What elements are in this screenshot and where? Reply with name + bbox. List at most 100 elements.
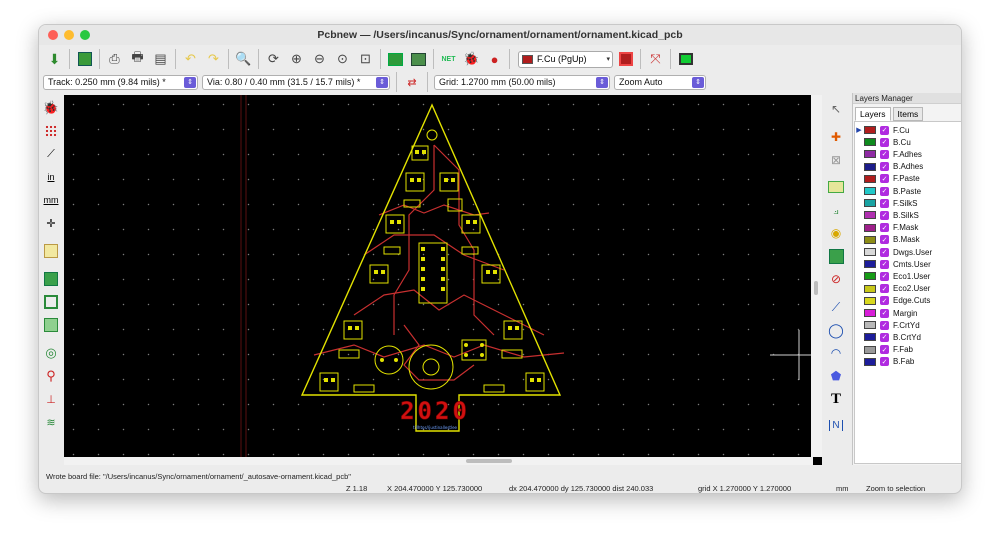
layer-row[interactable]: ✓ B.Paste — [855, 185, 961, 197]
footprint-viewer-button[interactable] — [408, 49, 429, 70]
layer-color-swatch[interactable] — [864, 357, 876, 366]
vertical-scrollbar[interactable] — [811, 95, 822, 457]
layer-row[interactable]: ✓ B.Mask — [855, 234, 961, 246]
redraw-button[interactable]: ⟳ — [263, 49, 284, 70]
zoom-select[interactable]: Zoom Auto ⇕ — [614, 74, 706, 90]
add-zone-tool[interactable] — [825, 246, 847, 266]
pcb-canvas[interactable]: 2020 tillhtos//justinallestlee — [64, 95, 811, 457]
track-width-select[interactable]: Track: 0.250 mm (9.84 mils) * ⇕ — [43, 74, 198, 90]
layer-row[interactable]: ✓ F.Mask — [855, 222, 961, 234]
layer-visibility-checkbox[interactable]: ✓ — [880, 149, 889, 159]
local-ratsnest-tool[interactable]: ⊠ — [825, 150, 847, 170]
redo-button[interactable]: ↷ — [203, 49, 224, 70]
layer-color-swatch[interactable] — [864, 248, 876, 256]
add-footprint-tool[interactable] — [825, 177, 847, 197]
layer-visibility-checkbox[interactable]: ✓ — [880, 186, 889, 196]
layer-color-swatch[interactable] — [864, 174, 876, 183]
layer-row[interactable]: ▶ ✓ F.Cu — [855, 124, 961, 136]
layer-color-swatch[interactable] — [864, 260, 876, 269]
layer-row[interactable]: ✓ Cmts.User — [855, 258, 961, 270]
layer-color-swatch[interactable] — [864, 199, 876, 208]
layer-visibility-checkbox[interactable]: ✓ — [880, 223, 889, 233]
layer-visibility-checkbox[interactable]: ✓ — [880, 235, 889, 245]
grid-select[interactable]: Grid: 1.2700 mm (50.00 mils) ⇕ — [434, 74, 610, 90]
route-track-tool[interactable]: ⟓ — [825, 200, 847, 220]
layer-visibility-checkbox[interactable]: ✓ — [880, 284, 889, 294]
high-contrast-toggle[interactable]: ≋ — [41, 412, 61, 432]
layer-pair-button[interactable] — [615, 49, 636, 70]
layer-row[interactable]: ✓ Eco2.User — [855, 283, 961, 295]
zoom-in-button[interactable]: ⊕ — [286, 49, 307, 70]
add-keepout-tool[interactable]: ⊘ — [825, 269, 847, 289]
layer-row[interactable]: ✓ B.SilkS — [855, 209, 961, 221]
draw-polygon-tool[interactable]: ⬟ — [825, 366, 847, 386]
layer-color-swatch[interactable] — [864, 138, 876, 147]
footprint-editor-button[interactable] — [385, 49, 406, 70]
layer-visibility-checkbox[interactable]: ✓ — [880, 345, 889, 355]
select-tool[interactable]: ↖ — [825, 99, 847, 119]
layer-row[interactable]: ✓ Eco1.User — [855, 270, 961, 282]
layer-color-swatch[interactable] — [864, 309, 876, 317]
layer-visibility-checkbox[interactable]: ✓ — [880, 162, 889, 172]
layer-color-swatch[interactable] — [864, 333, 876, 342]
cursor-shape-toggle[interactable]: ✛ — [41, 213, 61, 233]
minimize-button[interactable] — [64, 30, 74, 40]
show-ratsnest-button[interactable]: ⤧ — [645, 49, 666, 70]
layer-row[interactable]: ✓ B.Fab — [855, 356, 961, 368]
zone-sketch-toggle[interactable] — [41, 315, 61, 335]
layer-visibility-checkbox[interactable]: ✓ — [880, 247, 889, 257]
inch-units-toggle[interactable]: in — [41, 167, 61, 187]
layer-color-swatch[interactable] — [864, 296, 876, 305]
layer-color-swatch[interactable] — [864, 321, 876, 330]
layer-row[interactable]: ✓ Edge.Cuts — [855, 295, 961, 307]
layer-visibility-checkbox[interactable]: ✓ — [880, 259, 889, 269]
layer-visibility-checkbox[interactable]: ✓ — [880, 210, 889, 220]
pad-sketch-toggle[interactable]: ◎ — [41, 343, 61, 363]
tab-items[interactable]: Items — [892, 107, 924, 121]
print-button[interactable]: 🖶 — [127, 49, 148, 70]
draw-arc-tool[interactable]: ◠ — [825, 343, 847, 363]
layer-visibility-checkbox[interactable]: ✓ — [880, 174, 889, 184]
layer-color-swatch[interactable] — [864, 187, 876, 195]
layer-row[interactable]: ✓ B.CrtYd — [855, 331, 961, 343]
layer-row[interactable]: ✓ B.Cu — [855, 136, 961, 148]
plot-button[interactable]: ▤ — [150, 49, 171, 70]
layer-color-swatch[interactable] — [864, 235, 876, 244]
update-pcb-button[interactable]: NET — [438, 49, 459, 70]
find-button[interactable]: 🔍 — [233, 49, 254, 70]
mm-units-toggle[interactable]: mm — [41, 190, 61, 210]
auto-track-width-button[interactable]: ⇄ — [403, 74, 421, 91]
ratsnest-toggle[interactable] — [41, 241, 61, 261]
zoom-selection-button[interactable]: ⊡ — [355, 49, 376, 70]
layer-color-swatch[interactable] — [864, 223, 876, 232]
polar-coords-toggle[interactable]: ⟋ — [41, 144, 61, 164]
layer-row[interactable]: ✓ Margin — [855, 307, 961, 319]
layer-row[interactable]: ✓ F.Adhes — [855, 148, 961, 160]
zone-outline-toggle[interactable] — [41, 292, 61, 312]
horizontal-scroll-thumb[interactable] — [466, 459, 512, 463]
undo-button[interactable]: ↶ — [180, 49, 201, 70]
layer-visibility-checkbox[interactable]: ✓ — [880, 198, 889, 208]
layer-color-swatch[interactable] — [864, 284, 876, 293]
add-dimension-tool[interactable]: N — [825, 415, 847, 435]
layer-row[interactable]: ✓ F.Fab — [855, 344, 961, 356]
active-layer-select[interactable]: F.Cu (PgUp) ▾ — [518, 50, 613, 68]
layer-color-swatch[interactable] — [864, 150, 876, 159]
via-sketch-toggle[interactable]: ⚲ — [41, 366, 61, 386]
zoom-out-button[interactable]: ⊖ — [309, 49, 330, 70]
layer-color-swatch[interactable] — [864, 126, 876, 134]
zone-fill-toggle[interactable] — [41, 269, 61, 289]
layer-color-swatch[interactable] — [864, 272, 876, 281]
via-size-select[interactable]: Via: 0.80 / 0.40 mm (31.5 / 15.7 mils) *… — [202, 74, 390, 90]
highlight-net-tool[interactable]: ✚ — [825, 127, 847, 147]
layer-row[interactable]: ✓ B.Adhes — [855, 161, 961, 173]
drc-markers-toggle[interactable]: 🐞 — [41, 98, 61, 118]
add-text-tool[interactable]: T — [825, 389, 847, 409]
layer-row[interactable]: ✓ Dwgs.User — [855, 246, 961, 258]
board-setup-button[interactable] — [74, 49, 95, 70]
layer-visibility-checkbox[interactable]: ✓ — [880, 271, 889, 281]
zoom-button[interactable] — [80, 30, 90, 40]
layer-visibility-checkbox[interactable]: ✓ — [880, 332, 889, 342]
page-settings-button[interactable]: ⎙ — [104, 49, 125, 70]
draw-line-tool[interactable]: ⟋ — [825, 297, 847, 317]
